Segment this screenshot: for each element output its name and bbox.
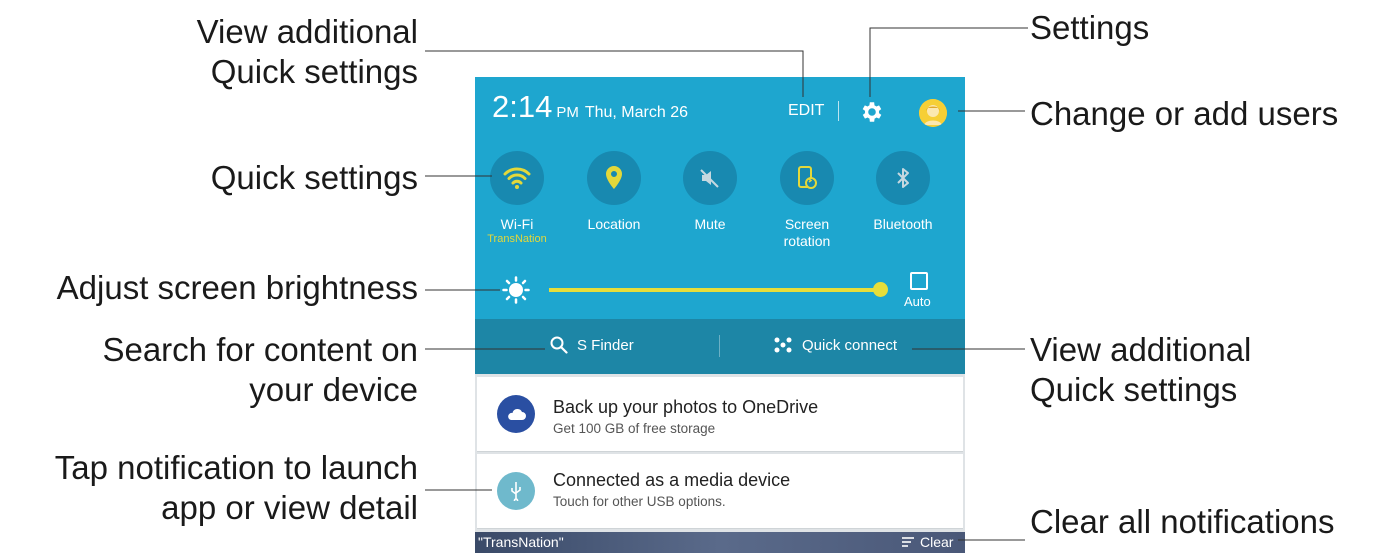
- bottom-bar: "TransNation" Clear: [475, 532, 965, 553]
- bluetooth-icon: [897, 168, 909, 188]
- finder-divider: [719, 335, 720, 357]
- location-icon: [606, 166, 622, 189]
- callout-line: app or view detail: [161, 489, 418, 526]
- callout-settings: Settings: [1030, 9, 1150, 46]
- toggle-bluetooth-circle: [876, 151, 930, 205]
- callout-view-additional-quick-settings-right: View additional Quick settings: [1030, 330, 1251, 410]
- callout-line: Quick settings: [1030, 371, 1238, 408]
- toggle-screen-rotation[interactable]: Screen rotation: [757, 151, 857, 250]
- toggle-wifi-label: Wi-Fi: [500, 216, 534, 232]
- notification-title: Connected as a media device: [553, 470, 791, 490]
- callout-quick-settings: Quick settings: [210, 159, 418, 196]
- brightness-icon: [502, 276, 530, 304]
- mute-icon: [700, 169, 719, 188]
- notification-subtitle: Get 100 GB of free storage: [553, 421, 716, 436]
- clear-all-button[interactable]: Clear: [900, 534, 953, 550]
- onedrive-icon: [497, 395, 535, 433]
- search-icon: [550, 336, 568, 354]
- status-date: Thu, March 26: [584, 104, 688, 121]
- toggle-mute-label: Mute: [694, 216, 726, 232]
- toggle-location-circle: [587, 151, 641, 205]
- s-finder-label: S Finder: [577, 336, 634, 354]
- clear-label: Clear: [920, 534, 954, 550]
- callout-tap-notification: Tap notification to launch app or view d…: [0, 448, 418, 528]
- quick-settings-panel: 2:14 PM Thu, March 26 EDIT Wi-Fi TransNa…: [475, 77, 965, 319]
- toggle-location-label: Location: [587, 216, 641, 232]
- status-divider: [838, 101, 839, 121]
- status-clock: 2:14 PM Thu, March 26: [492, 89, 688, 125]
- callout-search-for-content: Search for content on your device: [40, 330, 418, 410]
- callout-line: your device: [249, 371, 418, 408]
- toggle-wifi-circle: [490, 151, 544, 205]
- screen-rotation-icon: [798, 166, 817, 189]
- callout-line: Quick settings: [210, 53, 418, 90]
- s-finder-button[interactable]: S Finder: [550, 336, 634, 354]
- callout-line: Search for content on: [102, 331, 418, 368]
- toggle-mute[interactable]: Mute: [660, 151, 760, 233]
- notification-subtitle: Touch for other USB options.: [553, 494, 726, 509]
- toggle-screen-rotation-circle: [780, 151, 834, 205]
- callout-line: Tap notification to launch: [54, 449, 418, 486]
- gear-icon[interactable]: [859, 99, 885, 125]
- callout-line: View additional: [1030, 331, 1252, 368]
- toggle-bluetooth-label: Bluetooth: [873, 216, 933, 232]
- callout-change-or-add-users: Change or add users: [1030, 95, 1339, 132]
- notification-onedrive[interactable]: Back up your photos to OneDrive Get 100 …: [477, 377, 963, 452]
- toggle-rotation-line: rotation: [783, 233, 831, 249]
- callout-clear-all-notifications: Clear all notifications: [1030, 503, 1335, 540]
- brightness-slider-thumb[interactable]: [873, 282, 888, 297]
- clock-ampm: PM: [556, 104, 579, 121]
- toggle-wifi[interactable]: Wi-Fi TransNation: [475, 151, 567, 246]
- toggle-mute-circle: [683, 151, 737, 205]
- auto-brightness-label: Auto: [904, 294, 931, 309]
- notification-title: Back up your photos to OneDrive: [553, 397, 819, 417]
- finder-bar: S Finder Quick connect: [475, 319, 965, 374]
- user-avatar-icon[interactable]: [919, 99, 947, 127]
- callout-adjust-screen-brightness: Adjust screen brightness: [56, 269, 418, 306]
- quick-connect-button[interactable]: Quick connect: [773, 336, 897, 354]
- toggle-location[interactable]: Location: [564, 151, 664, 233]
- toggle-wifi-network: TransNation: [487, 233, 547, 245]
- network-name: "TransNation": [478, 534, 564, 550]
- toggle-rotation-line: Screen: [784, 216, 830, 232]
- wifi-icon: [503, 167, 531, 189]
- notification-panel: 2:14 PM Thu, March 26 EDIT Wi-Fi TransNa…: [475, 77, 965, 553]
- callout-view-additional-quick-settings-top: View additional Quick settings: [160, 12, 418, 92]
- toggle-bluetooth[interactable]: Bluetooth: [853, 151, 953, 233]
- quick-connect-label: Quick connect: [802, 336, 898, 354]
- clock-time: 2:14: [492, 89, 553, 124]
- callout-line: View additional: [196, 13, 418, 50]
- usb-icon: [497, 472, 535, 510]
- edit-button[interactable]: EDIT: [788, 102, 824, 120]
- toggle-screen-rotation-label: Screen rotation: [757, 216, 857, 250]
- auto-brightness-checkbox[interactable]: [910, 272, 928, 290]
- clear-icon: [902, 537, 914, 547]
- quick-connect-icon: [774, 337, 792, 353]
- brightness-slider-track[interactable]: [549, 288, 879, 292]
- notification-usb[interactable]: Connected as a media device Touch for ot…: [477, 454, 963, 529]
